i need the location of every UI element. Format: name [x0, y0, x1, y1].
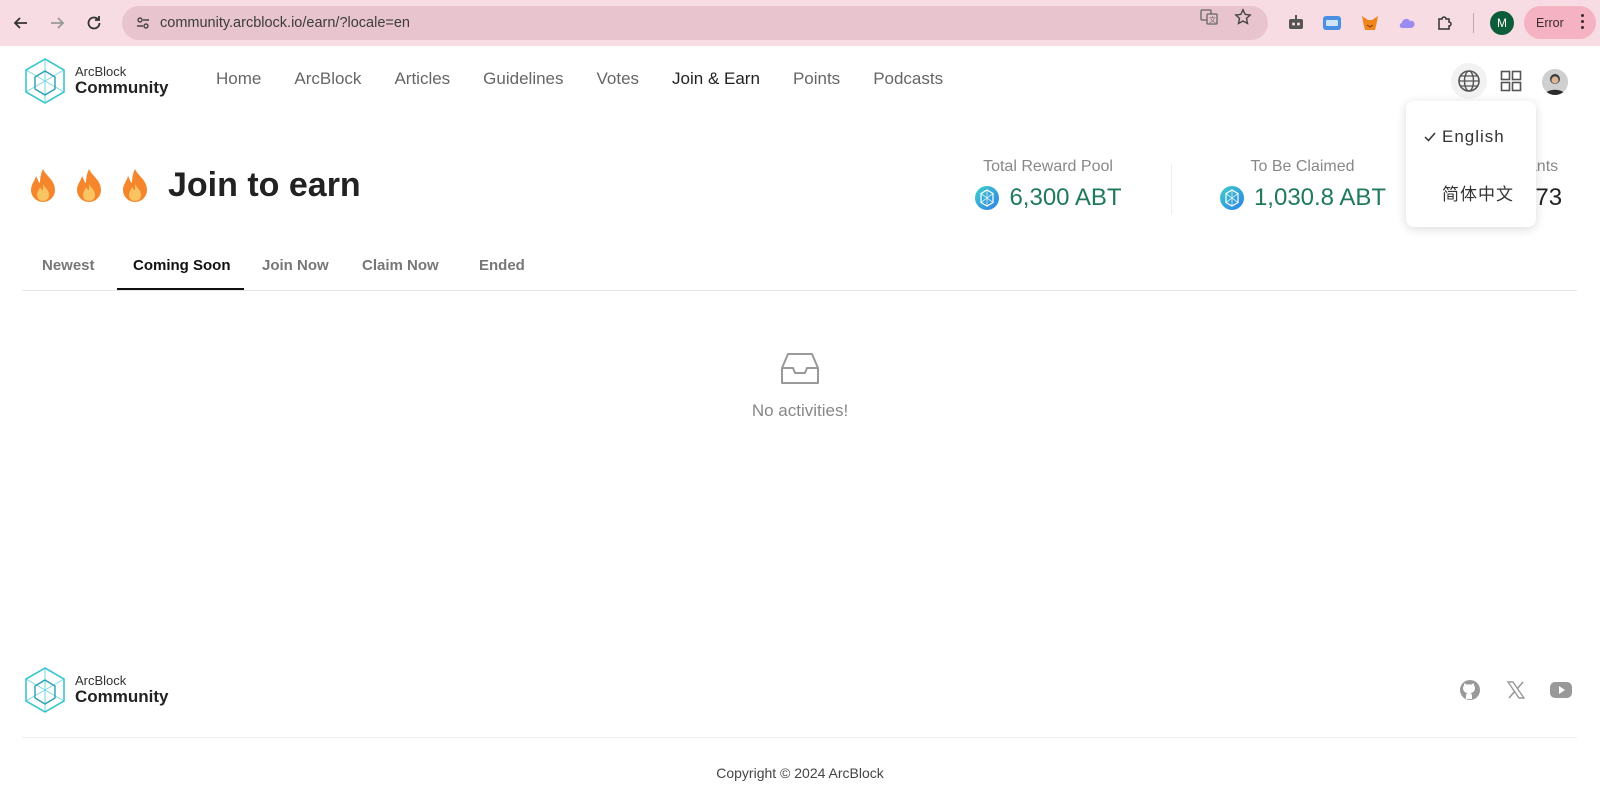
back-button[interactable]: [7, 9, 35, 37]
apps-button[interactable]: [1493, 63, 1529, 99]
stat-to-be-claimed: To Be Claimed 1,030.8 ABT: [1215, 158, 1390, 212]
x-link[interactable]: [1503, 678, 1529, 702]
nav-join-earn[interactable]: Join & Earn: [672, 69, 760, 89]
github-link[interactable]: [1457, 678, 1483, 702]
logo-line-1: ArcBlock: [75, 64, 127, 80]
address-bar[interactable]: community.arcblock.io/earn/?locale=en: [122, 6, 1268, 40]
stat-value-row: 1,030.8 ABT: [1215, 184, 1390, 212]
user-avatar-image: [1542, 69, 1568, 95]
nav-points[interactable]: Points: [793, 69, 840, 89]
arcblock-logo-icon: [25, 667, 65, 713]
abt-token-icon: [1219, 186, 1244, 210]
site-header: ArcBlock Community Home ArcBlock Article…: [0, 46, 1600, 116]
stat-divider: [1171, 164, 1172, 214]
site-info-button[interactable]: [130, 10, 156, 36]
main-nav: Home ArcBlock Articles Guidelines Votes …: [216, 69, 976, 89]
arcblock-logo-icon: [25, 58, 65, 104]
page-title: Join to earn: [168, 166, 361, 204]
x-icon: [1506, 681, 1526, 699]
stat-label: Total Reward Pool: [983, 158, 1113, 175]
fire-icon: [77, 169, 101, 202]
nav-home[interactable]: Home: [216, 69, 261, 89]
nav-arcblock[interactable]: ArcBlock: [294, 69, 361, 89]
url-text[interactable]: community.arcblock.io/earn/?locale=en: [160, 15, 410, 31]
cloud-extension-icon: [1399, 18, 1415, 28]
logo-line-2: Community: [75, 686, 169, 706]
language-button[interactable]: [1451, 63, 1487, 99]
hero-section: Join to earn Total Reward Pool 6,300 ABT…: [0, 140, 1600, 240]
globe-icon: [1458, 70, 1480, 92]
abt-token-icon: [975, 186, 1000, 210]
user-avatar[interactable]: [1542, 69, 1568, 95]
check-icon: [1424, 132, 1442, 142]
reload-button[interactable]: [80, 9, 108, 37]
language-option-english[interactable]: English: [1406, 117, 1536, 157]
stat-value-row: 6,300 ABT: [968, 184, 1128, 212]
tab-newest[interactable]: Newest: [42, 257, 95, 274]
star-icon: [1234, 8, 1252, 25]
reload-icon: [87, 16, 101, 30]
footer-divider: [22, 737, 1577, 738]
copyright-text: Copyright © 2024 ArcBlock: [716, 765, 884, 781]
language-label: 简体中文: [1442, 184, 1514, 204]
svg-text:文: 文: [1209, 15, 1216, 24]
activity-tabs: Newest Coming Soon Join Now Claim Now En…: [22, 245, 1577, 291]
extensions-button[interactable]: [1433, 11, 1457, 35]
github-icon: [1460, 680, 1480, 700]
toolbar-divider: [1473, 13, 1474, 33]
apps-grid-icon: [1500, 70, 1522, 92]
forward-icon: [51, 17, 65, 29]
active-tab-indicator: [117, 288, 244, 290]
logo-line-1: ArcBlock: [75, 673, 127, 689]
forward-button[interactable]: [43, 9, 71, 37]
logo-line-2: Community: [75, 77, 169, 97]
error-menu-button[interactable]: Error: [1524, 6, 1596, 39]
tab-ended[interactable]: Ended: [479, 257, 525, 274]
tab-coming-soon[interactable]: Coming Soon: [133, 257, 231, 274]
footer-logo[interactable]: ArcBlock Community: [24, 666, 169, 714]
card-extension-icon: [1323, 16, 1341, 30]
inbox-icon: [781, 353, 819, 384]
stat-total-reward-pool: Total Reward Pool 6,300 ABT: [968, 158, 1128, 212]
tab-join-now[interactable]: Join Now: [262, 257, 329, 274]
translate-icon: 文: [1200, 9, 1218, 25]
site-info-icon: [137, 17, 149, 29]
fox-extension-icon: [1362, 16, 1378, 30]
error-label: Error: [1536, 15, 1564, 30]
empty-state: No activities!: [0, 352, 1600, 421]
youtube-icon: [1550, 682, 1572, 698]
stat-value: 6,300 ABT: [1009, 184, 1122, 211]
bookmark-button[interactable]: [1232, 8, 1254, 26]
nav-guidelines[interactable]: Guidelines: [483, 69, 563, 89]
puzzle-extension-icon: [1438, 16, 1452, 30]
more-vert-icon: [1581, 14, 1584, 29]
tab-claim-now[interactable]: Claim Now: [362, 257, 439, 274]
nav-votes[interactable]: Votes: [597, 69, 640, 89]
language-dropdown: English 简体中文: [1406, 101, 1536, 227]
robot-extension-icon: [1289, 15, 1303, 29]
site-logo[interactable]: ArcBlock Community: [24, 57, 169, 105]
fire-icon: [31, 169, 55, 202]
fox-extension[interactable]: [1358, 11, 1382, 35]
fire-icons: [28, 168, 150, 204]
card-extension[interactable]: [1320, 11, 1344, 35]
youtube-link[interactable]: [1548, 678, 1574, 702]
back-icon: [13, 17, 27, 29]
profile-avatar[interactable]: M: [1490, 11, 1514, 35]
language-option-chinese[interactable]: 简体中文: [1406, 172, 1536, 212]
cloud-extension[interactable]: [1396, 11, 1420, 35]
nav-podcasts[interactable]: Podcasts: [873, 69, 943, 89]
translate-button[interactable]: 文: [1198, 8, 1220, 26]
stat-value: 1,030.8 ABT: [1253, 184, 1387, 211]
empty-state-text: No activities!: [751, 401, 849, 420]
language-label: English: [1442, 127, 1505, 146]
stat-label: To Be Claimed: [1250, 158, 1355, 175]
robot-extension[interactable]: [1284, 11, 1308, 35]
fire-icon: [123, 169, 147, 202]
nav-articles[interactable]: Articles: [394, 69, 450, 89]
browser-toolbar: community.arcblock.io/earn/?locale=en 文 …: [0, 0, 1600, 46]
